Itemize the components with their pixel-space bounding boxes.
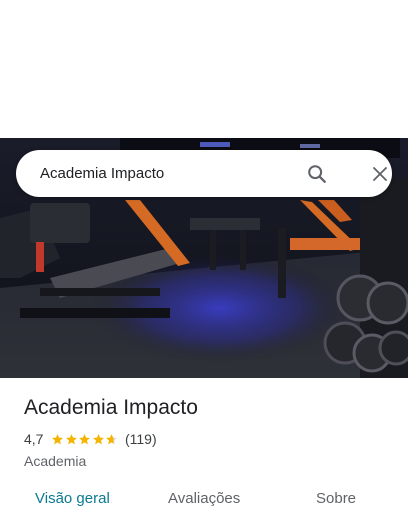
review-count[interactable]: (119) (125, 431, 157, 447)
tab-reviews[interactable]: Avaliações (168, 490, 240, 507)
tab-about[interactable]: Sobre (316, 490, 356, 507)
place-category: Academia (24, 453, 87, 469)
close-icon (373, 167, 387, 181)
star-icon (52, 433, 64, 444)
rating-row[interactable]: 4,7 (119) (24, 431, 157, 447)
star-icon (79, 433, 91, 444)
place-tabs: Visão geral Avaliações Sobre (0, 486, 408, 516)
place-title: Academia Impacto (24, 396, 198, 419)
star-icon (106, 433, 118, 444)
star-rating (51, 433, 119, 446)
clear-search-button[interactable] (365, 159, 395, 189)
map-blank-area (0, 0, 408, 138)
star-icon (66, 433, 77, 444)
place-info-panel: Academia Impacto 4,7 (119) Academia Visã… (0, 378, 408, 516)
search-query-text[interactable]: Academia Impacto (40, 150, 164, 197)
rating-value: 4,7 (24, 431, 44, 447)
star-icon (93, 433, 104, 444)
search-icon (308, 165, 326, 183)
tab-overview[interactable]: Visão geral (35, 490, 110, 507)
search-bar[interactable]: Academia Impacto (16, 150, 392, 197)
search-button[interactable] (302, 159, 332, 189)
